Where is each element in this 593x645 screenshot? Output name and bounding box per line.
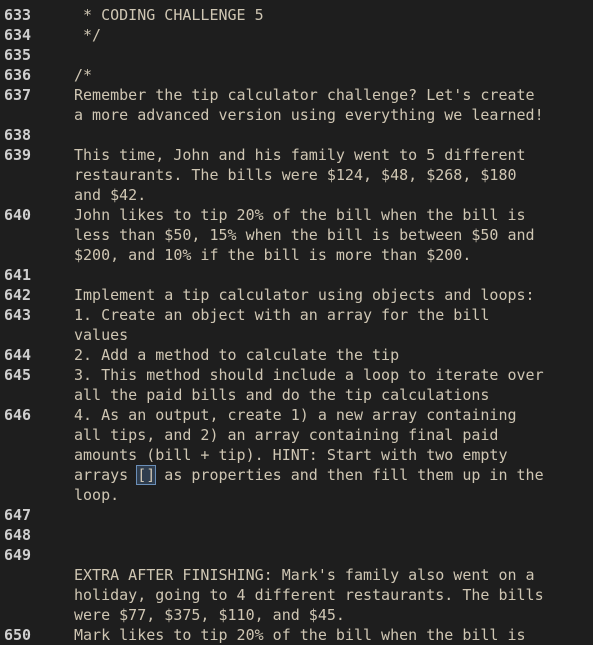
code-line[interactable]: 635: [0, 45, 593, 65]
wrapped-text-segment: 4. As an output, create 1) a new array c…: [74, 406, 517, 424]
code-line[interactable]: 645 3. This method should include a loop …: [0, 365, 593, 405]
wrapped-text-segment: [74, 525, 584, 545]
code-line[interactable]: 644 2. Add a method to calculate the tip: [0, 345, 593, 365]
line-number: 634: [4, 26, 32, 44]
wrapped-text-segment: 3. This method should include a loop to …: [74, 366, 544, 384]
line-number: 635: [4, 46, 32, 64]
wrapped-text-segment: were $77, $375, $110, and $45.: [74, 606, 345, 624]
wrapped-text-segment: EXTRA AFTER FINISHING: Mark's family als…: [74, 566, 535, 584]
line-text[interactable]: This time, John and his family went to 5…: [74, 145, 584, 205]
wrapped-text-segment: 1. Create an object with an array for th…: [74, 306, 490, 324]
line-text[interactable]: /*: [74, 65, 584, 85]
line-text[interactable]: Mark likes to tip 20% of the bill when t…: [74, 625, 584, 645]
line-text[interactable]: Remember the tip calculator challenge? L…: [74, 85, 584, 125]
line-number: 642: [4, 286, 32, 304]
code-line[interactable]: 643 1. Create an object with an array for…: [0, 305, 593, 345]
line-text[interactable]: Implement a tip calculator using objects…: [74, 285, 584, 305]
wrapped-text-segment: */: [74, 26, 102, 44]
wrapped-text-segment: all tips, and 2) an array containing fin…: [74, 426, 499, 444]
wrapped-text-segment: $200, and 10% if the bill is more than $…: [74, 246, 472, 264]
line-number: 641: [4, 266, 32, 284]
line-number: 647: [4, 506, 32, 524]
line-number: 637: [4, 86, 32, 104]
line-number: 633: [4, 6, 32, 24]
code-line[interactable]: 640 John likes to tip 20% of the bill whe…: [0, 205, 593, 265]
wrapped-text-segment: Implement a tip calculator using objects…: [74, 286, 535, 304]
line-number: 646: [4, 406, 32, 424]
line-text[interactable]: */: [74, 25, 584, 45]
line-text[interactable]: [74, 265, 584, 285]
line-text[interactable]: 2. Add a method to calculate the tip: [74, 345, 584, 365]
wrapped-text-segment: This time, John and his family went to 5…: [74, 146, 526, 164]
line-text[interactable]: John likes to tip 20% of the bill when t…: [74, 205, 584, 265]
line-text[interactable]: [74, 125, 584, 145]
wrapped-text-segment: a more advanced version using everything…: [74, 106, 544, 124]
code-line[interactable]: 647: [0, 505, 593, 525]
line-number: 638: [4, 126, 32, 144]
wrapped-text-segment: loop.: [74, 486, 120, 504]
wrapped-text-segment: 2. Add a method to calculate the tip: [74, 346, 400, 364]
line-number: 640: [4, 206, 32, 224]
line-text[interactable]: 1. Create an object with an array for th…: [74, 305, 584, 345]
line-text[interactable]: * CODING CHALLENGE 5: [74, 5, 584, 25]
wrapped-text-segment: holiday, going to 4 different restaurant…: [74, 586, 544, 604]
code-line[interactable]: 637 Remember the tip calculator challenge…: [0, 85, 593, 125]
code-editor[interactable]: 632 *633 * CODING CHALLENGE 5634 */63563…: [0, 0, 593, 645]
code-line[interactable]: 641: [0, 265, 593, 285]
code-line[interactable]: 642 Implement a tip calculator using obje…: [0, 285, 593, 305]
line-text[interactable]: [74, 525, 584, 545]
code-line[interactable]: 633 * CODING CHALLENGE 5: [0, 5, 593, 25]
wrapped-text-segment: and $42.: [74, 186, 147, 204]
line-number: 644: [4, 346, 32, 364]
wrapped-text-segment: [74, 125, 584, 145]
wrapped-text-segment: values: [74, 326, 129, 344]
wrapped-text-segment: less than $50, 15% when the bill is betw…: [74, 226, 535, 244]
line-number: 645: [4, 366, 32, 384]
line-number: 643: [4, 306, 32, 324]
line-text[interactable]: EXTRA AFTER FINISHING: Mark's family als…: [74, 545, 584, 625]
wrapped-text-segment: * CODING CHALLENGE 5: [74, 6, 264, 24]
code-line[interactable]: 639 This time, John and his family went t…: [0, 145, 593, 205]
wrapped-text-segment: Mark likes to tip 20% of the bill when t…: [74, 626, 526, 644]
line-number: 636: [4, 66, 32, 84]
line-number: 648: [4, 526, 32, 544]
line-text[interactable]: 4. As an output, create 1) a new array c…: [74, 405, 584, 505]
code-line[interactable]: 634 */: [0, 25, 593, 45]
line-text[interactable]: [74, 505, 584, 525]
wrapped-text-segment: /*: [74, 66, 93, 84]
line-text[interactable]: [74, 45, 584, 65]
wrapped-text-segment: all the paid bills and do the tip calcul…: [74, 386, 490, 404]
wrapped-text-segment: Remember the tip calculator challenge? L…: [74, 86, 535, 104]
wrapped-text-segment: restaurants. The bills were $124, $48, $…: [74, 166, 517, 184]
wrapped-text-segment: arrays [] as properties and then fill th…: [74, 465, 544, 485]
line-text[interactable]: 3. This method should include a loop to …: [74, 365, 584, 405]
code-line[interactable]: 638: [0, 125, 593, 145]
code-line[interactable]: 636 /*: [0, 65, 593, 85]
wrapped-text-segment: [74, 505, 584, 525]
wrapped-text-segment: John likes to tip 20% of the bill when t…: [74, 206, 526, 224]
code-line[interactable]: 648: [0, 525, 593, 545]
code-line[interactable]: 650 Mark likes to tip 20% of the bill whe…: [0, 625, 593, 645]
code-line[interactable]: 649 EXTRA AFTER FINISHING: Mark's family …: [0, 545, 593, 625]
wrapped-text-segment: [74, 545, 584, 565]
wrapped-text-segment: [74, 45, 584, 65]
line-number: 650: [4, 626, 32, 644]
wrapped-text-segment: amounts (bill + tip). HINT: Start with t…: [74, 446, 508, 464]
code-line[interactable]: 646 4. As an output, create 1) a new arra…: [0, 405, 593, 505]
matched-bracket-highlight: []: [136, 465, 157, 485]
line-number: 649: [4, 546, 32, 564]
line-number: 639: [4, 146, 32, 164]
wrapped-text-segment: [74, 265, 584, 285]
